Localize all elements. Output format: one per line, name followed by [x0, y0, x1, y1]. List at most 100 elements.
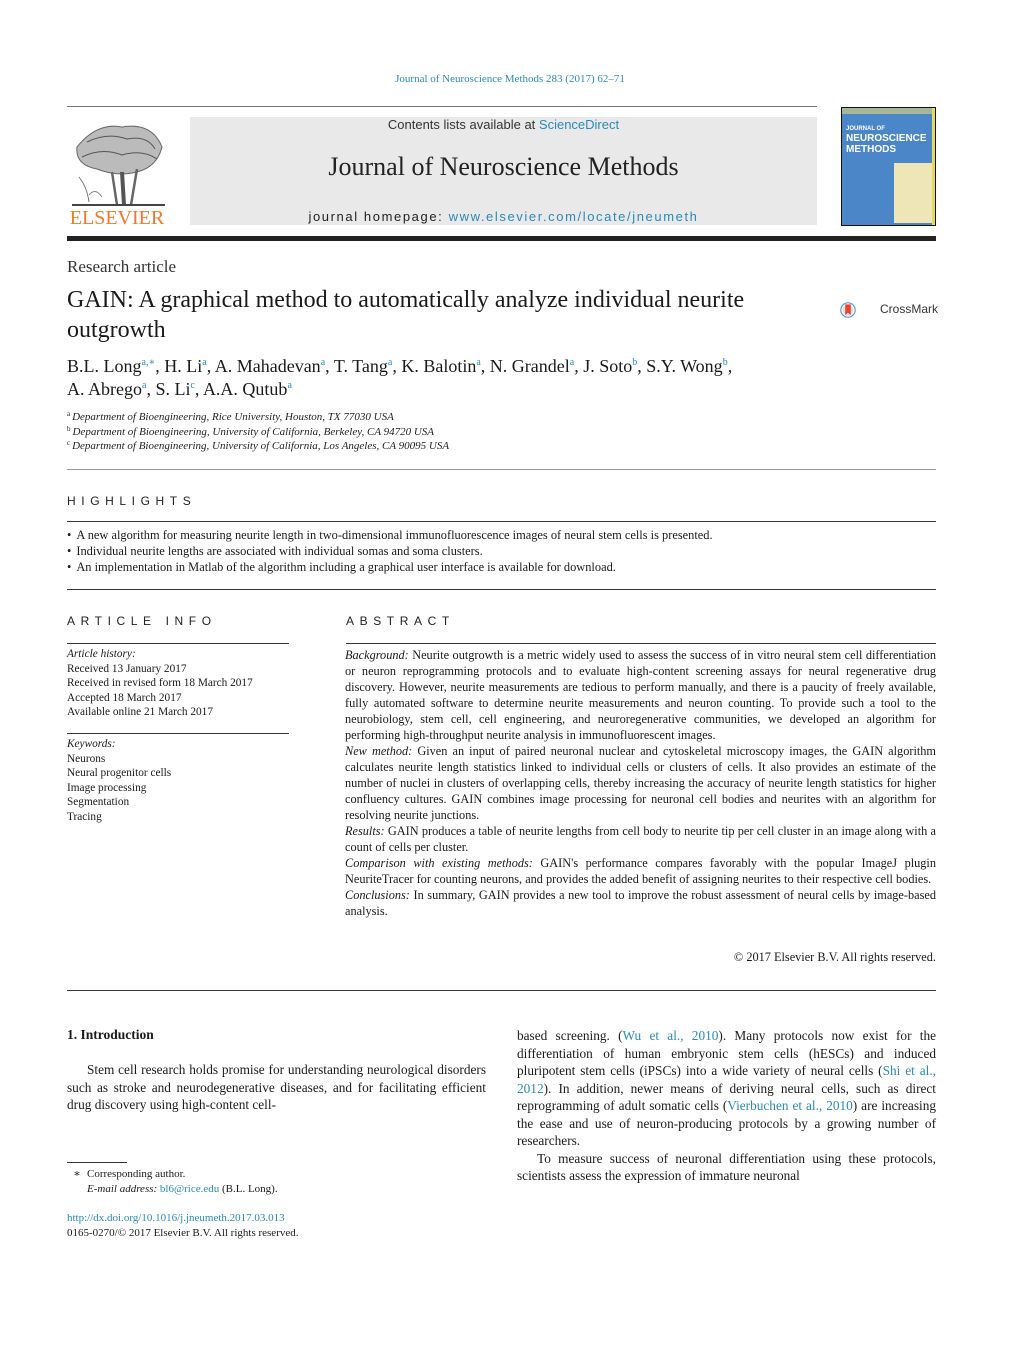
affiliation-item: c Department of Bioengineering, Universit…	[67, 439, 449, 454]
keyword-item: Segmentation	[67, 796, 130, 808]
author-name: B.L. Long	[67, 356, 142, 376]
journal-cover-image[interactable]: JOURNAL OF NEUROSCIENCE METHODS	[841, 107, 936, 226]
article-info-heading: ARTICLE INFO	[67, 614, 217, 628]
highlights-heading: HIGHLIGHTS	[67, 494, 197, 508]
affiliation-key: a	[67, 410, 71, 418]
abstract-label: Conclusions:	[345, 888, 410, 902]
abstract-text: Given an input of paired neuronal nuclea…	[345, 744, 936, 822]
affiliation-item: b Department of Bioengineering, Universit…	[67, 425, 449, 440]
affiliations-divider	[67, 469, 936, 470]
email-suffix: (B.L. Long).	[219, 1182, 278, 1195]
highlight-item: Individual neurite lengths are associate…	[67, 543, 936, 559]
abstract-section-comparison: Comparison with existing methods: GAIN's…	[345, 855, 936, 887]
history-item: Received in revised form 18 March 2017	[67, 677, 253, 689]
cover-title-line2: METHODS	[846, 144, 896, 155]
affiliation-text: Department of Bioengineering, Rice Unive…	[72, 411, 394, 423]
introduction-paragraph: To measure success of neuronal different…	[517, 1150, 936, 1184]
citation-link[interactable]: Vierbuchen et al., 2010	[727, 1098, 853, 1113]
cover-edge	[932, 108, 935, 225]
abstract-text: Neurite outgrowth is a metric widely use…	[345, 648, 936, 742]
sciencedirect-link[interactable]: ScienceDirect	[539, 117, 619, 132]
corresponding-author-text: Corresponding author.	[87, 1168, 186, 1180]
affiliation-key: b	[67, 424, 71, 433]
affiliation-list: a Department of Bioengineering, Rice Univ…	[67, 410, 449, 454]
crossmark-icon[interactable]	[840, 290, 880, 330]
abstract-section-conclusions: Conclusions: In summary, GAIN provides a…	[345, 887, 936, 919]
author-separator: ,	[480, 356, 490, 376]
author-name: J. Soto	[583, 356, 633, 376]
history-item: Received 13 January 2017	[67, 662, 187, 675]
introduction-paragraph: based screening. (Wu et al., 2010). Many…	[517, 1027, 936, 1150]
abstract-section-results: Results: GAIN produces a table of neurit…	[345, 823, 936, 855]
abstract-text: GAIN produces a table of neurite lengths…	[345, 824, 936, 854]
author-separator: ,	[637, 356, 647, 376]
author-separator: ,	[325, 356, 334, 376]
author-separator: ,	[392, 356, 402, 376]
email-label: E-mail address:	[87, 1182, 158, 1195]
history-label: Article history:	[67, 648, 136, 660]
journal-homepage-link[interactable]: www.elsevier.com/locate/jneumeth	[449, 209, 699, 224]
keyword-item: Tracing	[67, 810, 102, 823]
footnote-divider	[67, 1162, 127, 1163]
abstract-section-background: Background: Neurite outgrowth is a metri…	[345, 647, 936, 743]
journal-name: Journal of Neuroscience Methods	[328, 152, 679, 181]
abstract-label: Comparison with existing methods:	[345, 856, 533, 870]
keyword-item: Neural progenitor cells	[67, 767, 172, 779]
author-name: A. Abrego	[67, 379, 142, 399]
history-item: Accepted 18 March 2017	[67, 691, 182, 704]
author-separator: ,	[727, 356, 733, 376]
cover-title: NEUROSCIENCE METHODS	[846, 133, 927, 155]
author-name: S.Y. Wong	[646, 356, 723, 376]
highlight-item: An implementation in Matlab of the algor…	[67, 559, 936, 575]
email-note: E-mail address: bl6@rice.edu (B.L. Long)…	[67, 1182, 278, 1197]
abstract-divider	[346, 643, 936, 644]
email-link[interactable]: bl6@rice.edu	[160, 1183, 219, 1195]
contents-available-line: Contents lists available at ScienceDirec…	[190, 117, 817, 132]
abstract-copyright: © 2017 Elsevier B.V. All rights reserved…	[733, 950, 936, 964]
highlight-item: A new algorithm for measuring neurite le…	[67, 527, 936, 543]
abstract-label: New method:	[345, 744, 413, 758]
cover-top-band	[842, 108, 935, 114]
abstract-heading: ABSTRACT	[346, 614, 455, 628]
abstract-end-divider	[67, 990, 936, 991]
doi-link[interactable]: http://dx.doi.org/10.1016/j.jneumeth.201…	[67, 1211, 299, 1226]
keywords-label: Keywords:	[67, 738, 116, 750]
author-separator: ,	[574, 356, 584, 376]
contents-prefix: Contents lists available at	[387, 117, 539, 132]
introduction-heading: 1. Introduction	[67, 1027, 154, 1042]
affiliation-item: a Department of Bioengineering, Rice Univ…	[67, 410, 449, 425]
cover-title-line1: NEUROSCIENCE	[846, 133, 927, 144]
doi-block: http://dx.doi.org/10.1016/j.jneumeth.201…	[67, 1211, 299, 1240]
history-item: Available online 21 March 2017	[67, 706, 213, 718]
affiliation-text: Department of Bioengineering, University…	[72, 440, 450, 452]
introduction-column-2: based screening. (Wu et al., 2010). Many…	[517, 1027, 936, 1185]
keywords-divider	[67, 733, 289, 734]
header-divider	[67, 106, 817, 107]
author-affiliation-marker[interactable]: a,∗	[142, 357, 156, 368]
abstract-label: Results:	[345, 824, 385, 838]
author-name: T. Tang	[333, 356, 388, 376]
article-title: GAIN: A graphical method to automaticall…	[67, 287, 745, 343]
footnotes: ∗ Corresponding author. E-mail address: b…	[67, 1167, 278, 1197]
issn-copyright: 0165-0270/© 2017 Elsevier B.V. All right…	[67, 1226, 299, 1239]
journal-homepage-line: journal homepage: www.elsevier.com/locat…	[190, 209, 817, 224]
abstract-body: Background: Neurite outgrowth is a metri…	[345, 647, 936, 919]
highlights-top-divider	[67, 521, 936, 522]
homepage-prefix: journal homepage:	[308, 209, 449, 224]
corresponding-author-note: ∗ Corresponding author.	[67, 1167, 278, 1182]
cover-yellow-box	[894, 163, 934, 223]
author-affiliation-marker[interactable]: a	[287, 380, 291, 391]
article-info-divider	[67, 643, 289, 644]
affiliation-key: c	[67, 439, 71, 447]
citation-link[interactable]: Wu et al., 2010	[623, 1028, 719, 1043]
footnote-star: ∗	[73, 1168, 81, 1180]
cover-small-text: JOURNAL OF	[846, 126, 885, 132]
affiliation-text: Department of Bioengineering, University…	[72, 425, 435, 438]
journal-citation-link[interactable]: Journal of Neuroscience Methods 283 (201…	[0, 73, 1020, 85]
author-list: B.L. Longa,∗, H. Lia, A. Mahadevana, T. …	[67, 355, 837, 401]
author-name: K. Balotin	[401, 356, 477, 376]
highlights-bottom-divider	[67, 589, 936, 590]
keywords: Keywords: Neurons Neural progenitor cell…	[67, 737, 289, 824]
crossmark-label[interactable]: CrossMark	[880, 302, 938, 316]
masthead-thick-divider	[67, 236, 936, 241]
